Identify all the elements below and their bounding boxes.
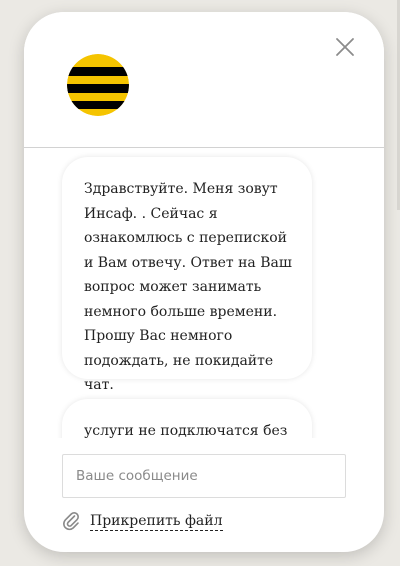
operator-message: Здравствуйте. Меня зовут Инсаф. . Сейчас…: [62, 157, 312, 393]
attach-file-button[interactable]: Прикрепить файл: [62, 508, 223, 534]
page: Здравствуйте. Меня зовут Инсаф. . Сейчас…: [0, 0, 400, 566]
chat-widget: Здравствуйте. Меня зовут Инсаф. . Сейчас…: [24, 12, 384, 552]
paperclip-icon: [62, 510, 80, 532]
message-input[interactable]: [62, 454, 346, 498]
chat-header: [24, 12, 384, 148]
attach-file-label[interactable]: Прикрепить файл: [90, 512, 223, 531]
close-icon: [336, 38, 354, 56]
beeline-logo-icon: [67, 54, 129, 116]
close-button[interactable]: [333, 35, 357, 59]
message-list[interactable]: Здравствуйте. Меня зовут Инсаф. . Сейчас…: [24, 148, 384, 438]
operator-message: услуги не подключатся без: [62, 399, 312, 438]
